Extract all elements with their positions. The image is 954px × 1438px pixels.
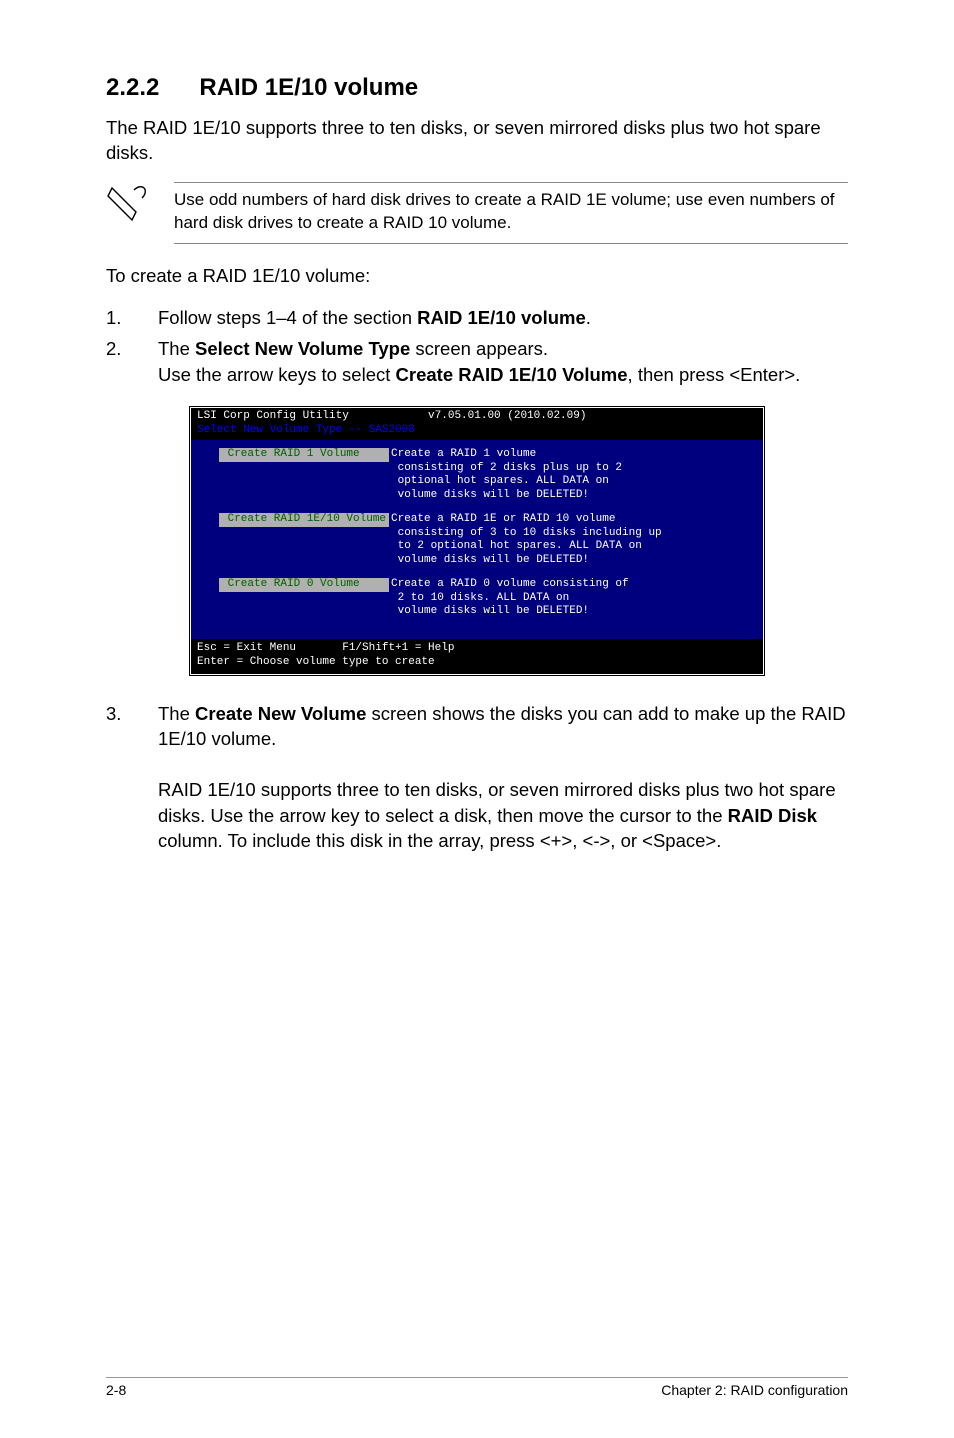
note-block: Use odd numbers of hard disk drives to c…: [106, 182, 848, 244]
terminal-option-row: Create RAID 1 Volume Create a RAID 1 vol…: [197, 448, 757, 503]
step-bold: Create New Volume: [195, 703, 366, 724]
step-text: screen appears.: [410, 338, 548, 359]
terminal-option-row: Create RAID 1E/10 Volume Create a RAID 1…: [197, 513, 757, 568]
step-text-post: .: [586, 307, 591, 328]
terminal-title: LSI Corp Config Utility v7.05.01.00 (201…: [191, 408, 763, 424]
step-bold: RAID Disk: [728, 805, 817, 826]
terminal-option-desc: Create a RAID 1E or RAID 10 volume consi…: [391, 513, 662, 568]
page-footer: 2-8 Chapter 2: RAID configuration: [106, 1377, 848, 1398]
intro-paragraph: The RAID 1E/10 supports three to ten dis…: [106, 116, 848, 166]
step-text: column. To include this disk in the arra…: [158, 830, 721, 851]
step-text: Use the arrow keys to select: [158, 364, 396, 385]
step-bold: Select New Volume Type: [195, 338, 410, 359]
terminal-screenshot: LSI Corp Config Utility v7.05.01.00 (201…: [188, 405, 766, 676]
terminal-option: Create RAID 1E/10 Volume: [219, 513, 389, 527]
step-1: 1. Follow steps 1–4 of the section RAID …: [106, 305, 848, 331]
step-text: Follow steps 1–4 of the section: [158, 307, 417, 328]
step-bold: Create RAID 1E/10 Volume: [396, 364, 628, 385]
procedure-lead: To create a RAID 1E/10 volume:: [106, 264, 848, 289]
terminal-option: Create RAID 1 Volume: [219, 448, 389, 462]
step-3: 3. The Create New Volume screen shows th…: [106, 701, 848, 854]
section-number: 2.2.2: [106, 74, 159, 102]
step-number: 1.: [106, 305, 122, 331]
terminal-option-row: Create RAID 0 Volume Create a RAID 0 vol…: [197, 578, 757, 619]
section-heading: 2.2.2 RAID 1E/10 volume: [106, 74, 848, 102]
step-number: 3.: [106, 701, 122, 854]
step-text: The: [158, 338, 195, 359]
section-title: RAID 1E/10 volume: [199, 74, 418, 102]
note-text: Use odd numbers of hard disk drives to c…: [174, 182, 848, 244]
step-bold: RAID 1E/10 volume: [417, 307, 586, 328]
page-number: 2-8: [106, 1382, 126, 1398]
chapter-label: Chapter 2: RAID configuration: [661, 1382, 848, 1398]
terminal-subtitle: Select New Volume Type -- SAS2008: [191, 424, 763, 440]
step-number: 2.: [106, 336, 122, 387]
note-pencil-icon: [106, 182, 152, 222]
step-text: , then press <Enter>.: [628, 364, 801, 385]
step-2: 2. The Select New Volume Type screen app…: [106, 336, 848, 387]
terminal-option-desc: Create a RAID 0 volume consisting of 2 t…: [391, 578, 629, 619]
terminal-footer: Esc = Exit Menu F1/Shift+1 = Help Enter …: [191, 639, 763, 674]
terminal-option-desc: Create a RAID 1 volume consisting of 2 d…: [391, 448, 622, 503]
step-text: The: [158, 703, 195, 724]
terminal-body: Create RAID 1 Volume Create a RAID 1 vol…: [191, 440, 763, 639]
terminal-option: Create RAID 0 Volume: [219, 578, 389, 592]
